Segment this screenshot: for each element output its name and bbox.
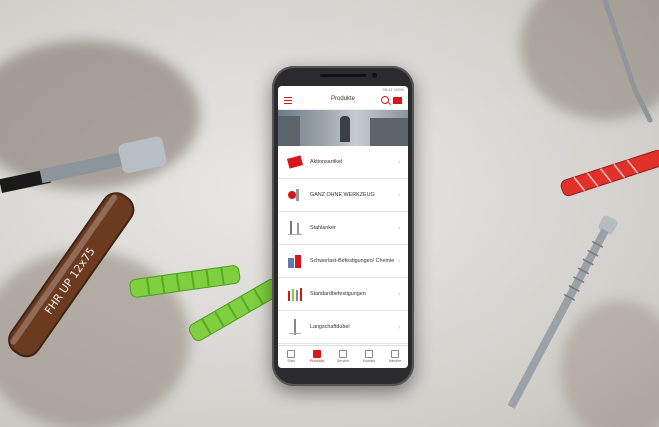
category-item-standardbefestigungen[interactable]: Standardbefestigungen › (278, 278, 408, 311)
nav-tab-produkte[interactable]: Produkte (304, 346, 330, 368)
chevron-right-icon: › (397, 290, 401, 298)
phone-camera (372, 73, 377, 78)
category-item-schwerlast[interactable]: Schwerlast-Befestigungen/ Chemie › (278, 245, 408, 278)
heavy-duty-icon (286, 252, 304, 270)
phone-speaker (320, 74, 366, 77)
status-bar: 09:41 100% (278, 86, 408, 93)
concrete-background: FHR UP 12x75 09:41 100% Produkte Aktions… (0, 0, 659, 427)
red-dowel-image (560, 150, 659, 197)
category-label: Schwerlast-Befestigungen/ Chemie (310, 257, 395, 264)
header-banner-image (278, 110, 408, 146)
category-label: GANZ OHNE WERKZEUG (310, 191, 375, 198)
home-icon (287, 350, 295, 358)
products-icon (313, 350, 321, 358)
smartphone: 09:41 100% Produkte Aktionsartikel › GAN… (272, 66, 414, 386)
dealer-icon (391, 350, 399, 358)
bottom-navigation: Start Produkte Service Kontakt Händler (278, 345, 408, 368)
category-item-stahlanker[interactable]: Stahlanker › (278, 212, 408, 245)
standard-fixings-icon (286, 285, 304, 303)
category-label: Standardbefestigungen (310, 290, 366, 297)
language-flag-icon[interactable] (393, 97, 402, 104)
nav-tab-kontakt[interactable]: Kontakt (356, 346, 382, 368)
tool-free-icon (286, 186, 304, 204)
chevron-right-icon: › (397, 323, 401, 331)
nav-tab-service[interactable]: Service (330, 346, 356, 368)
app-screen: 09:41 100% Produkte Aktionsartikel › GAN… (278, 86, 408, 368)
chevron-right-icon: › (397, 224, 401, 232)
nav-tab-haendler[interactable]: Händler (382, 346, 408, 368)
worker-figure (340, 116, 350, 142)
sale-tag-icon (286, 153, 304, 171)
search-icon[interactable] (381, 96, 389, 104)
frame-anchor-image (507, 215, 618, 409)
category-item-langschaftduebel[interactable]: Langschaftdübel › (278, 311, 408, 344)
steel-anchor-icon (286, 219, 304, 237)
nav-tab-start[interactable]: Start (278, 346, 304, 368)
chevron-right-icon: › (397, 191, 401, 199)
hook-image (602, 0, 653, 123)
service-icon (339, 350, 347, 358)
long-shaft-plug-icon (286, 318, 304, 336)
category-label: Aktionsartikel (310, 158, 343, 165)
contact-icon (365, 350, 373, 358)
category-item-ganz-ohne-werkzeug[interactable]: GANZ OHNE WERKZEUG › (278, 179, 408, 212)
category-label: Stahlanker (310, 224, 336, 231)
chevron-right-icon: › (397, 158, 401, 166)
resin-capsule-image: FHR UP 12x75 (8, 192, 135, 358)
chevron-right-icon: › (397, 257, 401, 265)
category-item-aktionsartikel[interactable]: Aktionsartikel › (278, 146, 408, 179)
category-label: Langschaftdübel (310, 323, 350, 330)
app-header: Produkte (278, 93, 408, 110)
